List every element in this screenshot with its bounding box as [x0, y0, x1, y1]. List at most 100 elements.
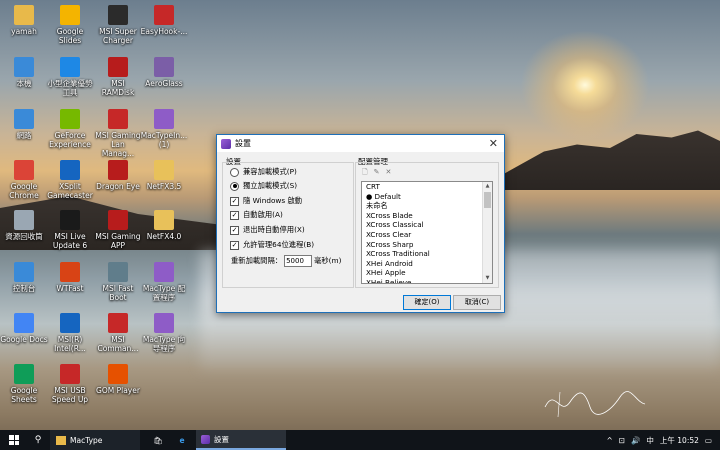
compat-mode-option[interactable]: 兼容加載模式(P): [230, 167, 297, 177]
profile-listbox[interactable]: CRT ● Default 未命名 XCross Blade XCross Classi…: [361, 181, 493, 284]
desktop-icon[interactable]: MSI Live Update 6: [46, 210, 94, 250]
desktop-icon[interactable]: Google Docs: [0, 313, 48, 344]
auto-enable-checkbox[interactable]: ✓: [230, 210, 239, 220]
compat-mode-radio[interactable]: [230, 167, 239, 177]
edit-profile-icon[interactable]: ✎: [374, 168, 380, 179]
edge-icon[interactable]: e: [174, 430, 190, 450]
desktop-icon[interactable]: AeroGlass: [140, 57, 188, 88]
store-icon[interactable]: 🛍: [150, 430, 166, 450]
desktop-icon[interactable]: MSI Comman...: [94, 313, 142, 353]
profile-list-item[interactable]: XHei Believe: [362, 278, 492, 283]
profile-list-item[interactable]: XHei Apple: [362, 268, 492, 278]
desktop-icon[interactable]: 本機: [0, 57, 48, 88]
ime-indicator[interactable]: 中: [646, 435, 654, 446]
desktop-icon-label: MSI Comman...: [97, 335, 139, 353]
profile-list-item[interactable]: XCross Clear: [362, 230, 492, 240]
recycle-bin-icon: [14, 210, 34, 230]
desktop-icon[interactable]: MSI Super Charger: [94, 5, 142, 45]
tray-chevron-icon[interactable]: ^: [606, 436, 612, 445]
desktop-icon[interactable]: EasyHook-...: [140, 5, 188, 36]
ok-button[interactable]: 確定(O): [403, 295, 451, 310]
volume-icon[interactable]: 🔊: [631, 436, 640, 445]
desktop-icon[interactable]: Google Sheets: [0, 364, 48, 404]
chrome-icon: [14, 160, 34, 180]
desktop-icon-label: MSI Gaming APP: [95, 232, 141, 250]
auto-enable-option[interactable]: ✓ 自動啟用(A): [230, 210, 283, 220]
desktop-icon[interactable]: yamah: [0, 5, 48, 36]
notification-icon[interactable]: ▭: [705, 436, 712, 445]
desktop-icon[interactable]: Google Slides: [46, 5, 94, 45]
delete-profile-icon[interactable]: ✕: [386, 168, 392, 179]
new-profile-icon[interactable]: 🗋: [362, 168, 368, 179]
desktop-icon[interactable]: GOM Player: [94, 364, 142, 395]
allow-64bit-option[interactable]: ✓ 允許管理64位進程(B): [230, 240, 314, 250]
config-toolbar: 🗋 ✎ ✕: [362, 168, 391, 179]
desktop-icon[interactable]: XSplit Gamecaster: [46, 160, 94, 200]
start-with-windows-checkbox[interactable]: ✓: [230, 196, 239, 206]
scroll-up-icon[interactable]: ▲: [483, 182, 492, 191]
desktop-icon[interactable]: Dragon Eye: [94, 160, 142, 191]
desktop-icon[interactable]: MSI USB Speed Up: [46, 364, 94, 404]
profile-list-item[interactable]: XCross Blade: [362, 211, 492, 221]
standalone-mode-option[interactable]: 獨立加載模式(S): [230, 181, 297, 191]
desktop-icon[interactable]: MSI(R) Intel(R...: [46, 313, 94, 353]
desktop-icon[interactable]: MSI Gaming Lan Manag...: [94, 109, 142, 158]
scroll-thumb[interactable]: [484, 192, 491, 208]
google-docs-icon: [14, 313, 34, 333]
profile-list-item[interactable]: XCross Traditional: [362, 249, 492, 259]
profile-list-item[interactable]: XCross Sharp: [362, 240, 492, 250]
easyhook-icon: [154, 5, 174, 25]
desktop-icon[interactable]: WTFast: [46, 262, 94, 293]
auto-disable-option[interactable]: ✓ 退出時自動停用(X): [230, 225, 305, 235]
reload-interval-input[interactable]: 5000: [284, 255, 313, 267]
desktop-icon[interactable]: 控制台: [0, 262, 48, 293]
profile-scrollbar[interactable]: ▲ ▼: [482, 182, 492, 283]
standalone-mode-radio[interactable]: [230, 181, 239, 191]
start-with-windows-option[interactable]: ✓ 隨 Windows 啟動: [230, 196, 302, 206]
reload-interval-row: 重新加載間隔： 5000 毫秒(m): [231, 255, 341, 267]
taskbar-settings-item[interactable]: 設置: [196, 430, 286, 450]
desktop-icon[interactable]: MSI Fast Boot: [94, 262, 142, 302]
desktop-icon-label: WTFast: [56, 284, 84, 293]
start-button[interactable]: [0, 430, 28, 450]
profile-list-item[interactable]: CRT: [362, 182, 492, 192]
profile-list-item[interactable]: XHei Android: [362, 259, 492, 269]
taskbar-mactype-item[interactable]: MacType: [50, 430, 140, 450]
auto-disable-checkbox[interactable]: ✓: [230, 225, 239, 235]
desktop-icon[interactable]: NetFX3.5: [140, 160, 188, 191]
desktop-icon[interactable]: MSI Gaming APP: [94, 210, 142, 250]
mactype-wizard-icon: [154, 313, 174, 333]
desktop-icon-label: MSI USB Speed Up: [51, 386, 89, 404]
network-icon[interactable]: ⊡: [619, 436, 625, 445]
mactype-installer-icon: [154, 109, 174, 129]
allow-64bit-checkbox[interactable]: ✓: [230, 240, 239, 250]
desktop-icon[interactable]: GeForce Experience: [46, 109, 94, 149]
folder-icon: [56, 435, 66, 445]
profile-list-item[interactable]: 未命名: [362, 201, 492, 211]
reload-interval-label: 重新加載間隔：: [231, 256, 283, 265]
cancel-button[interactable]: 取消(C): [453, 295, 501, 310]
desktop-icon[interactable]: NetFX4.0: [140, 210, 188, 241]
profile-list-item[interactable]: ● Default: [362, 192, 492, 202]
desktop-icon[interactable]: MacType 向导程序: [140, 313, 188, 353]
msi-command-center-icon: [108, 313, 128, 333]
desktop-icon[interactable]: MacTypeIn... (1): [140, 109, 188, 149]
clock[interactable]: 上午 10:52: [660, 435, 699, 446]
scroll-down-icon[interactable]: ▼: [483, 274, 492, 283]
desktop-icon-label: 控制台: [12, 284, 36, 293]
msi-fast-boot-icon: [108, 262, 128, 282]
desktop-icon[interactable]: 資源回收筒: [0, 210, 48, 241]
search-icon[interactable]: ⚲: [30, 430, 46, 450]
profile-list-item[interactable]: XCross Classical: [362, 220, 492, 230]
mactype-config-icon: [154, 262, 174, 282]
desktop-icon[interactable]: 網路: [0, 109, 48, 140]
folder-icon: [154, 160, 174, 180]
dialog-title: 設置: [235, 139, 251, 148]
dialog-titlebar[interactable]: 設置 ✕: [217, 135, 504, 152]
geforce-icon: [60, 109, 80, 129]
close-icon[interactable]: ✕: [489, 137, 498, 150]
desktop-icon[interactable]: MSI RAMDisk: [94, 57, 142, 97]
desktop-icon[interactable]: MacType 配置程序: [140, 262, 188, 302]
desktop-icon[interactable]: 小型企業優勢工具: [46, 57, 94, 97]
desktop-icon[interactable]: Google Chrome: [0, 160, 48, 200]
